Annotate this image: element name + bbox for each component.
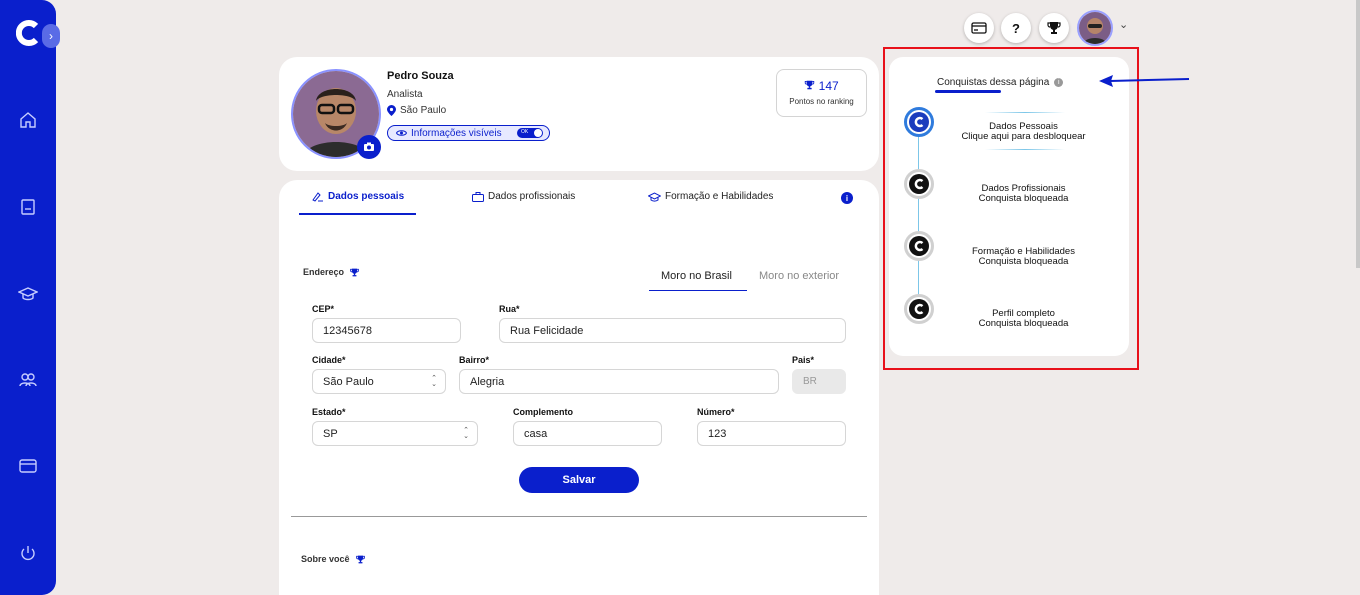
- pais-input: BR: [792, 369, 846, 394]
- select-arrows-icon: ⌃ ⌄: [431, 375, 437, 388]
- trophy-icon: [1047, 22, 1061, 34]
- highlight-frame: [883, 47, 1139, 370]
- estado-select[interactable]: SP ⌃ ⌄: [312, 421, 478, 446]
- save-button[interactable]: Salvar: [519, 467, 639, 493]
- power-icon[interactable]: [18, 543, 38, 563]
- chevron-right-icon[interactable]: ›: [42, 24, 60, 48]
- trophy-icon: [805, 80, 815, 90]
- sidebar: ›: [0, 0, 60, 595]
- briefcase-icon: [472, 191, 484, 202]
- toggle-label: OK: [521, 129, 529, 135]
- ranking-points: 147: [777, 79, 866, 93]
- change-photo-button[interactable]: [357, 135, 381, 159]
- location-pin-icon: [387, 105, 396, 116]
- tab-moro-no-exterior[interactable]: Moro no exterior: [759, 270, 839, 282]
- estado-label: Estado*: [312, 407, 346, 417]
- rua-input[interactable]: Rua Felicidade: [499, 318, 846, 343]
- cep-input[interactable]: 12345678: [312, 318, 461, 343]
- profile-location: São Paulo: [387, 105, 446, 116]
- numero-input[interactable]: 123: [697, 421, 846, 446]
- trophy-icon: [350, 268, 359, 276]
- credit-card-icon[interactable]: [18, 456, 38, 476]
- avatar[interactable]: [1077, 10, 1113, 46]
- section-divider: [291, 516, 867, 517]
- credit-card-button[interactable]: [964, 13, 994, 43]
- active-tab-indicator: [299, 213, 416, 215]
- complemento-label: Complemento: [513, 407, 574, 417]
- rua-label: Rua*: [499, 304, 520, 314]
- camera-icon: [364, 142, 374, 151]
- cidade-select[interactable]: São Paulo ⌃ ⌄: [312, 369, 446, 394]
- trophy-button[interactable]: [1039, 13, 1069, 43]
- tab-moro-no-brasil[interactable]: Moro no Brasil: [661, 270, 732, 282]
- profile-form-card: Dados pessoais Dados profissionais Forma…: [279, 180, 879, 595]
- cep-label: CEP*: [312, 304, 335, 314]
- complemento-input[interactable]: casa: [513, 421, 662, 446]
- tab-formacao-habilidades[interactable]: Formação e Habilidades: [648, 191, 773, 202]
- ranking-label: Pontos no ranking: [789, 97, 854, 106]
- profile-city: São Paulo: [400, 105, 447, 116]
- logo-icon: [16, 20, 39, 46]
- help-button[interactable]: ?: [1001, 13, 1031, 43]
- graduation-cap-icon: [648, 191, 661, 202]
- document-icon[interactable]: [18, 197, 38, 217]
- cidade-label: Cidade*: [312, 355, 346, 365]
- profile-card: Pedro Souza Analista São Paulo Informaçõ…: [279, 57, 879, 171]
- address-section-label: Endereço: [303, 267, 359, 277]
- signature-icon: [312, 192, 323, 202]
- bairro-label: Bairro*: [459, 355, 490, 365]
- profile-name: Pedro Souza: [387, 70, 454, 82]
- about-section-label: Sobre você: [301, 554, 365, 564]
- chevron-down-icon[interactable]: ⌄: [1119, 18, 1128, 31]
- eye-icon: [396, 130, 407, 136]
- profile-role: Analista: [387, 89, 423, 100]
- visibility-toggle[interactable]: Informações visíveis OK: [387, 125, 550, 141]
- numero-label: Número*: [697, 407, 735, 417]
- visibility-label: Informações visíveis: [411, 127, 502, 139]
- visibility-switch[interactable]: OK: [517, 128, 543, 138]
- trophy-icon: [355, 555, 365, 563]
- tab-dados-profissionais[interactable]: Dados profissionais: [472, 191, 575, 202]
- home-icon[interactable]: [18, 110, 38, 130]
- bairro-input[interactable]: Alegria: [459, 369, 779, 394]
- graduation-cap-icon[interactable]: [18, 284, 38, 304]
- help-icon: ?: [1012, 20, 1020, 36]
- credit-card-icon: [971, 22, 987, 34]
- users-icon[interactable]: [18, 370, 38, 390]
- location-tab-indicator: [649, 290, 747, 291]
- select-arrows-icon: ⌃ ⌄: [463, 427, 469, 440]
- info-icon[interactable]: i: [841, 192, 853, 204]
- page-scrollbar[interactable]: [1356, 0, 1360, 268]
- pais-label: Pais*: [792, 355, 815, 365]
- tab-dados-pessoais[interactable]: Dados pessoais: [312, 191, 404, 202]
- annotation-arrow-icon: [1099, 75, 1190, 87]
- ranking-box: 147 Pontos no ranking: [776, 69, 867, 117]
